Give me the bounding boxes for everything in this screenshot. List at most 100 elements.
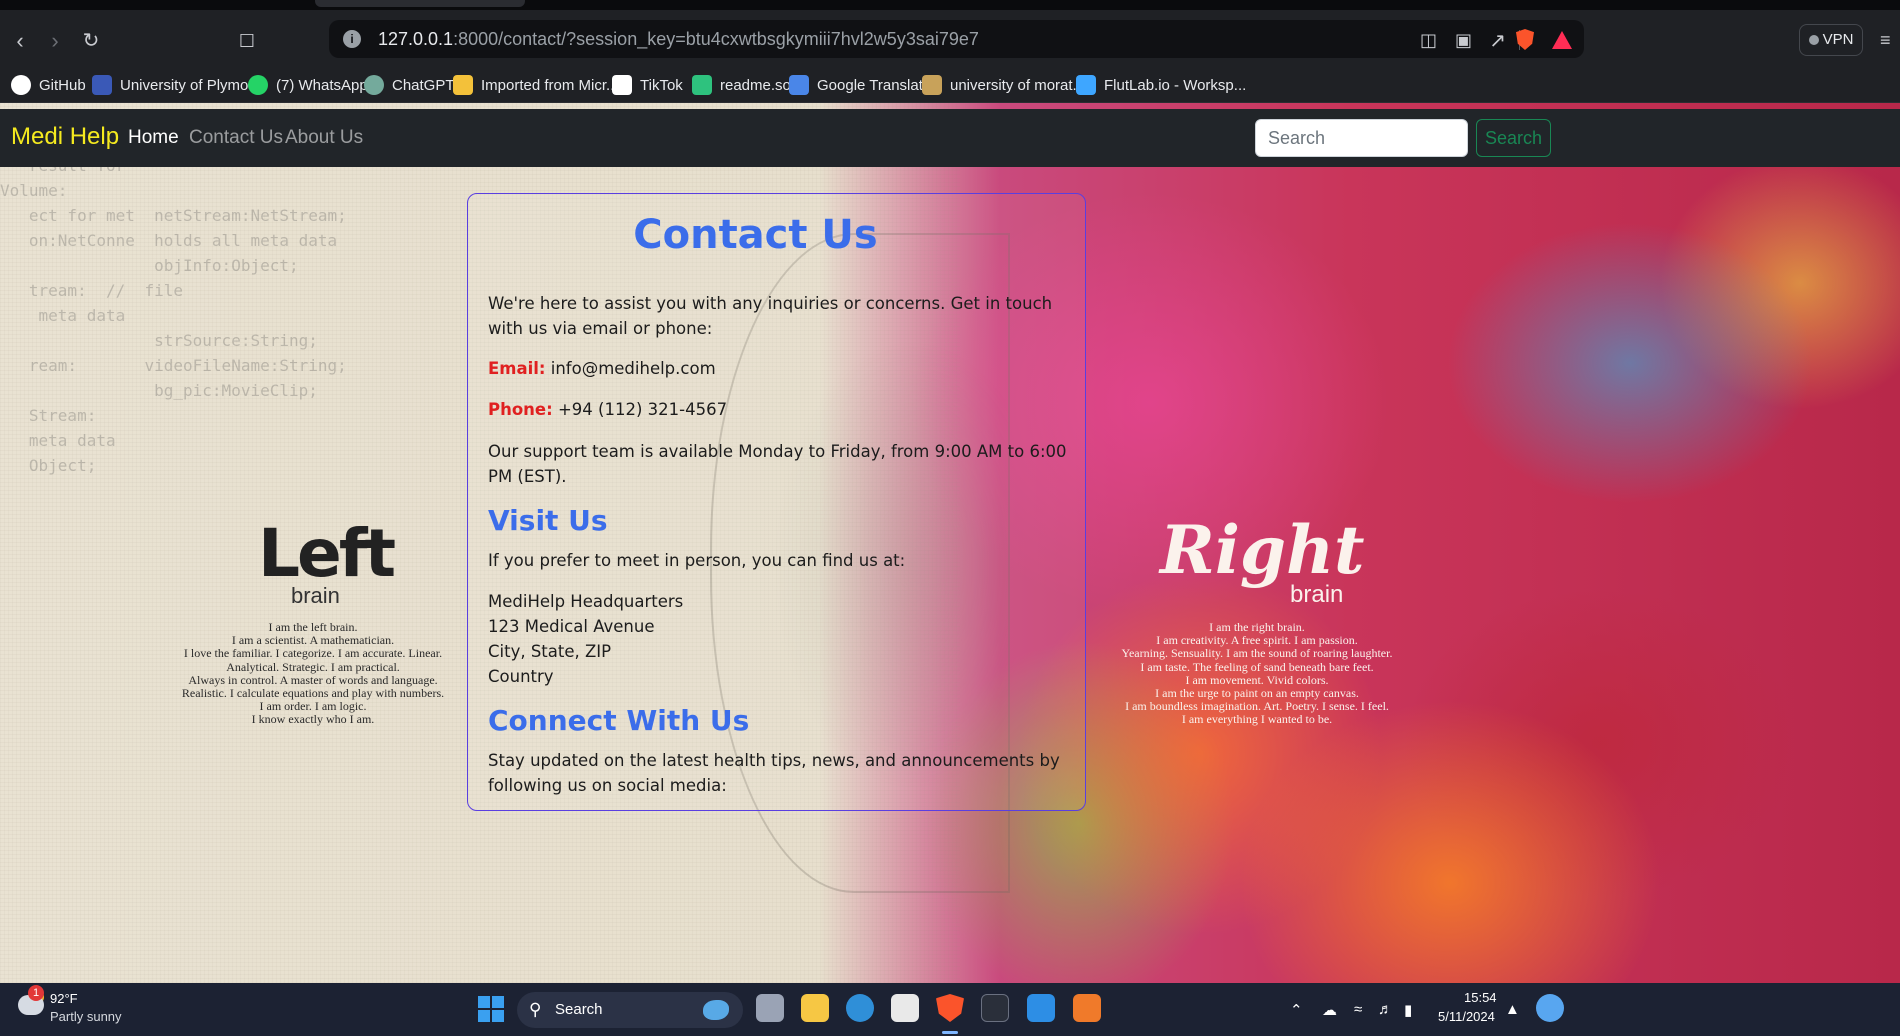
university-crest-icon <box>92 75 112 95</box>
site-navbar: Medi Help Home Contact Us About Us Searc… <box>0 109 1900 167</box>
address-line: MediHelp Headquarters <box>488 592 684 611</box>
vpn-button[interactable]: VPN <box>1799 24 1863 56</box>
xampp-icon[interactable] <box>1073 994 1101 1022</box>
tiktok-icon <box>612 75 632 95</box>
left-brain-subtitle: brain <box>291 583 340 608</box>
active-app-indicator <box>942 1031 958 1034</box>
right-brain-line: Yearning. Sensuality. I am the sound of … <box>1121 646 1393 661</box>
right-brain-title: Right <box>1160 511 1365 589</box>
wallet-icon[interactable]: ▣ <box>1455 30 1472 51</box>
bookmark-icon[interactable]: ☐ <box>232 26 262 56</box>
microsoft-store-icon[interactable] <box>891 994 919 1022</box>
email-value[interactable]: info@medihelp.com <box>551 359 716 378</box>
bookmark-google-translate[interactable]: Google Translate <box>789 73 931 97</box>
contact-intro: We're here to assist you with any inquir… <box>488 294 1053 338</box>
contact-card: Contact Us We're here to assist you with… <box>467 193 1086 811</box>
right-brain-line: I am taste. The feeling of sand beneath … <box>1140 659 1374 674</box>
tab-strip <box>0 0 1900 10</box>
menu-icon[interactable]: ≡ <box>1880 30 1891 51</box>
brave-rewards-icon[interactable] <box>1552 31 1572 49</box>
onedrive-icon[interactable]: ☁ <box>1322 1001 1337 1019</box>
wifi-icon[interactable]: ≈ <box>1354 1001 1362 1018</box>
browser-toolbar: ‹ › ↻ ☐ i 127.0.0.1:8000/contact/?sessio… <box>0 10 1900 68</box>
volume-icon[interactable]: ♬ <box>1378 1001 1393 1018</box>
search-highlight-icon <box>703 1000 729 1020</box>
address-bar[interactable]: i 127.0.0.1:8000/contact/?session_key=bt… <box>329 20 1584 58</box>
phone-value[interactable]: +94 (112) 321-4567 <box>558 400 727 419</box>
left-brain-line: Analytical. Strategic. I am practical. <box>226 659 400 674</box>
flutlab-icon <box>1076 75 1096 95</box>
bookmark-folder-imported[interactable]: Imported from Micr... <box>453 73 619 97</box>
visit-intro: If you prefer to meet in person, you can… <box>488 551 906 570</box>
bookmark-tiktok[interactable]: TikTok <box>612 73 683 97</box>
back-icon[interactable]: ‹ <box>5 26 35 56</box>
right-brain-subtitle: brain <box>1290 581 1344 608</box>
chatgpt-icon <box>364 75 384 95</box>
google-translate-icon <box>789 75 809 95</box>
left-brain-title: Left <box>258 515 396 592</box>
taskbar-search-label: Search <box>555 1001 603 1018</box>
brave-browser-icon[interactable] <box>936 994 964 1022</box>
search-input[interactable] <box>1255 119 1468 157</box>
connect-text: Stay updated on the latest health tips, … <box>488 751 1060 795</box>
whatsapp-icon <box>248 75 268 95</box>
folder-icon <box>453 75 473 95</box>
left-brain-line: I know exactly who I am. <box>251 712 375 727</box>
github-icon <box>11 75 31 95</box>
notification-badge: 1 <box>28 985 44 1001</box>
address-block: MediHelp Headquarters 123 Medical Avenue… <box>488 589 1068 689</box>
bookmark-readme[interactable]: readme.so <box>692 73 791 97</box>
site-brand[interactable]: Medi Help <box>11 123 119 151</box>
url-text[interactable]: 127.0.0.1:8000/contact/?session_key=btu4… <box>378 29 979 50</box>
nav-link-about[interactable]: About Us <box>285 127 363 149</box>
bookmark-github[interactable]: GitHub <box>11 73 86 97</box>
notification-bell-icon[interactable]: ▲ <box>1505 1001 1520 1018</box>
edge-browser-icon[interactable] <box>846 994 874 1022</box>
address-line: 123 Medical Avenue <box>488 617 655 636</box>
readme-icon <box>692 75 712 95</box>
windows-taskbar: 1 92°F Partly sunny ⚲ Search ⌃ ☁ ≈ ♬ ▮ 1… <box>0 983 1900 1036</box>
show-hidden-icons-icon[interactable]: ⌃ <box>1290 1001 1303 1019</box>
visit-heading: Visit Us <box>488 504 608 537</box>
nav-link-home[interactable]: Home <box>128 127 179 149</box>
reload-icon[interactable]: ↻ <box>76 26 106 56</box>
vscode-icon[interactable] <box>1027 994 1055 1022</box>
clock-time[interactable]: 15:54 <box>1464 990 1497 1005</box>
phone-label: Phone: <box>488 400 553 419</box>
page-title: Contact Us <box>633 212 878 258</box>
search-icon: ⚲ <box>529 1000 542 1019</box>
email-line: Email: info@medihelp.com <box>488 356 1068 381</box>
support-hours: Our support team is available Monday to … <box>488 442 1067 486</box>
weather-temperature: 92°F <box>50 991 78 1006</box>
sidebar-toggle-icon[interactable]: ◫ <box>1420 30 1437 51</box>
bookmark-flutlab[interactable]: FlutLab.io - Worksp... <box>1076 73 1246 97</box>
taskbar-search[interactable]: ⚲ Search <box>517 992 743 1028</box>
file-explorer-icon[interactable] <box>801 994 829 1022</box>
copilot-icon[interactable] <box>1536 994 1564 1022</box>
bookmark-plymouth[interactable]: University of Plymo... <box>92 73 261 97</box>
clock-date[interactable]: 5/11/2024 <box>1438 1009 1495 1024</box>
address-line: City, State, ZIP <box>488 642 612 661</box>
connect-heading: Connect With Us <box>488 704 750 737</box>
right-brain-text: I am the right brain. I am creativity. A … <box>1117 620 1397 727</box>
left-brain-line: I love the familiar. I categorize. I am … <box>183 646 443 661</box>
bookmark-moratuwa[interactable]: university of morat... <box>922 73 1085 97</box>
phone-line: Phone: +94 (112) 321-4567 <box>488 397 1068 422</box>
right-brain-line: I am everything I wanted to be. <box>1181 712 1333 727</box>
university-seal-icon <box>922 75 942 95</box>
windows-start-icon[interactable] <box>478 996 504 1022</box>
active-tab[interactable] <box>315 0 525 7</box>
task-view-icon[interactable] <box>756 994 784 1022</box>
search-button[interactable]: Search <box>1476 119 1551 157</box>
bookmark-whatsapp[interactable]: (7) WhatsApp <box>248 73 368 97</box>
terminal-icon[interactable] <box>981 994 1009 1022</box>
battery-icon[interactable]: ▮ <box>1404 1001 1412 1019</box>
weather-condition: Partly sunny <box>50 1009 122 1024</box>
email-label: Email: <box>488 359 546 378</box>
bookmark-chatgpt[interactable]: ChatGPT <box>364 73 455 97</box>
forward-icon[interactable]: › <box>40 26 70 56</box>
site-info-icon[interactable]: i <box>343 30 361 48</box>
share-icon[interactable]: ↗ <box>1489 28 1506 53</box>
nav-link-contact[interactable]: Contact Us <box>189 127 283 149</box>
address-line: Country <box>488 667 554 686</box>
